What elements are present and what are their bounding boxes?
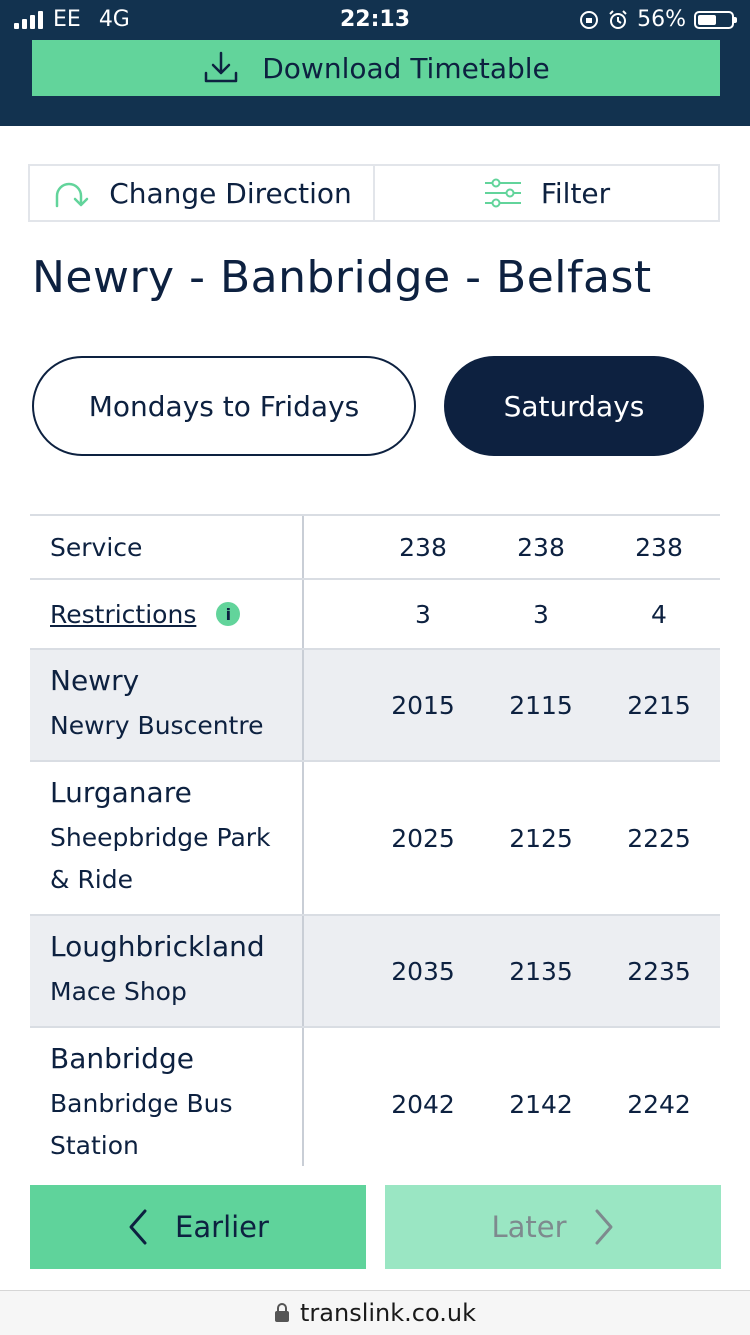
stop-times: 15 2015 2115 2215 — [304, 650, 720, 760]
url-text: translink.co.uk — [300, 1299, 476, 1327]
restrictions-header-cell: Restrictions i — [30, 580, 304, 648]
later-label: Later — [491, 1210, 567, 1244]
departure-time: 42 — [304, 1090, 344, 1119]
departure-time: 2025 — [391, 823, 455, 853]
orientation-lock-icon — [580, 10, 599, 29]
change-direction-button[interactable]: Change Direction — [30, 166, 373, 220]
departure-time: 2125 — [509, 823, 573, 853]
download-label: Download Timetable — [262, 51, 550, 85]
stop-row: Loughbrickland Mace Shop 35 2035 2135 22… — [30, 916, 720, 1028]
departure-time: 2015 — [391, 690, 455, 720]
stop-location: Sheepbridge Park & Ride — [50, 822, 271, 894]
stop-row: Banbridge Banbridge Bus Station 42 2042 … — [30, 1028, 720, 1166]
restriction-code: 3 — [533, 599, 549, 629]
stop-cell: Loughbrickland Mace Shop — [30, 916, 304, 1026]
departure-time: 2135 — [509, 956, 573, 986]
stop-cell: Newry Newry Buscentre — [30, 650, 304, 760]
stop-name: Loughbrickland — [50, 929, 265, 963]
timetable-toolbar: Change Direction Filter — [28, 164, 720, 222]
chevron-right-icon — [595, 1209, 613, 1245]
departure-time: 2115 — [509, 690, 573, 720]
change-direction-icon — [55, 182, 89, 208]
stop-times: 25 2025 2125 2225 — [304, 762, 720, 914]
stop-times: 35 2035 2135 2235 — [304, 916, 720, 1026]
stop-cell: Lurganare Sheepbridge Park & Ride — [30, 762, 304, 914]
download-timetable-button[interactable]: Download Timetable — [32, 40, 720, 96]
restriction-code: 3 — [415, 599, 431, 629]
tab-mondays-to-fridays[interactable]: Mondays to Fridays — [32, 356, 416, 456]
filter-sliders-icon — [484, 178, 521, 208]
battery-icon — [694, 10, 737, 29]
departure-time: 2142 — [509, 1089, 573, 1119]
browser-url-bar[interactable]: translink.co.uk — [0, 1290, 750, 1335]
service-row: Service 38 238 238 238 — [30, 516, 720, 580]
battery-percent: 56% — [637, 7, 686, 32]
restrictions-row: Restrictions i 3 3 4 — [30, 580, 720, 650]
service-number: 238 — [517, 532, 565, 562]
service-values: 38 238 238 238 — [304, 516, 720, 578]
service-number: 238 — [399, 532, 447, 562]
stop-location: Newry Buscentre — [50, 710, 264, 740]
stop-row: Newry Newry Buscentre 15 2015 2115 2215 — [30, 650, 720, 762]
stop-row: Lurganare Sheepbridge Park & Ride 25 202… — [30, 762, 720, 916]
stop-name: Lurganare — [50, 775, 192, 809]
stop-cell: Banbridge Banbridge Bus Station — [30, 1028, 304, 1166]
stop-name: Banbridge — [50, 1041, 194, 1075]
departure-time: 2242 — [627, 1089, 691, 1119]
service-label: Service — [50, 532, 143, 562]
later-button[interactable]: Later — [385, 1185, 721, 1269]
tab-saturdays[interactable]: Saturdays — [444, 356, 704, 456]
lock-icon — [275, 1303, 290, 1322]
route-title: Newry - Banbridge - Belfast — [32, 252, 652, 303]
service-number: 238 — [635, 532, 683, 562]
stop-times: 42 2042 2142 2242 — [304, 1028, 720, 1166]
chevron-left-icon — [129, 1209, 147, 1245]
stop-location: Banbridge Bus Station — [50, 1088, 233, 1160]
status-bar: EE 4G 22:13 56% — [0, 0, 750, 40]
filter-label: Filter — [540, 176, 611, 210]
status-right: 56% — [579, 7, 737, 32]
alarm-icon — [609, 9, 627, 29]
filter-button[interactable]: Filter — [373, 166, 718, 220]
stop-location: Mace Shop — [50, 976, 187, 1006]
service-header-cell: Service — [30, 516, 304, 578]
restriction-code: 4 — [651, 599, 667, 629]
departure-time: 35 — [304, 957, 344, 986]
departure-time: 2042 — [391, 1089, 455, 1119]
departure-time: 2035 — [391, 956, 455, 986]
earlier-label: Earlier — [175, 1210, 269, 1244]
departure-time: 25 — [304, 824, 344, 853]
departure-time: 2235 — [627, 956, 691, 986]
service-number: 38 — [304, 533, 344, 562]
restrictions-link[interactable]: Restrictions — [50, 600, 196, 629]
info-icon[interactable]: i — [216, 602, 241, 626]
departure-time: 2215 — [627, 690, 691, 720]
timetable: Service 38 238 238 238 Restrictions i 3 … — [30, 514, 720, 1166]
download-icon — [204, 51, 238, 83]
stop-name: Newry — [50, 663, 140, 697]
earlier-button[interactable]: Earlier — [30, 1185, 366, 1269]
departure-time: 2225 — [627, 823, 691, 853]
restriction-values: 3 3 4 — [304, 580, 720, 648]
departure-time: 15 — [304, 691, 344, 720]
change-direction-label: Change Direction — [109, 176, 352, 210]
